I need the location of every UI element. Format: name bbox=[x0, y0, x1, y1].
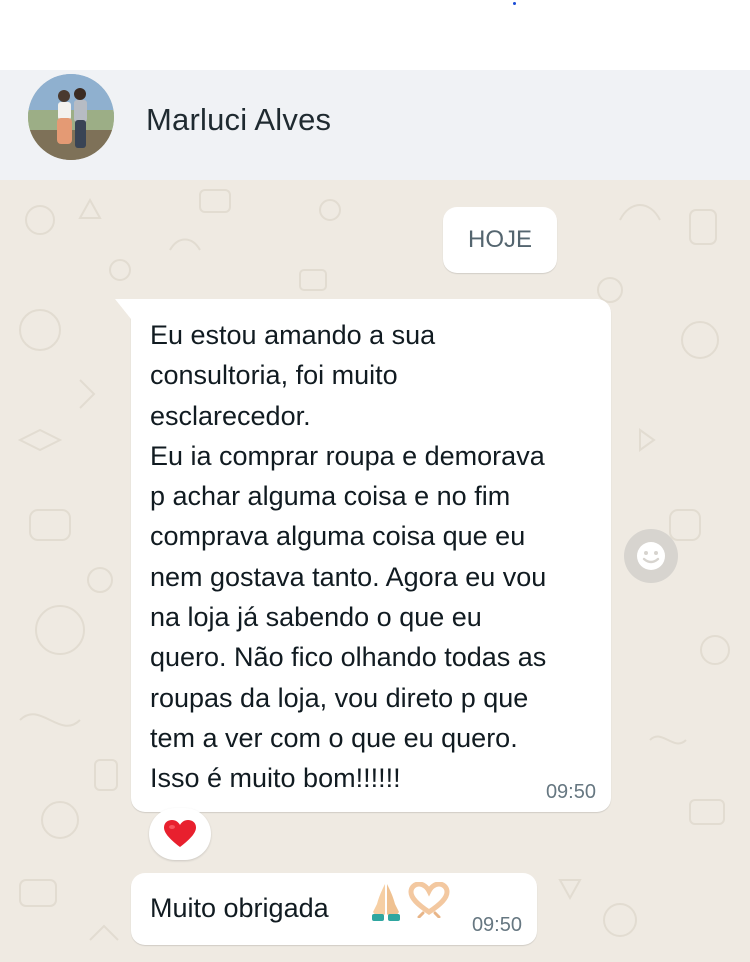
chat-panel: HOJE Eu estou amando a sua consultoria, … bbox=[0, 180, 750, 962]
chat-header[interactable]: Marluci Alves bbox=[0, 70, 750, 180]
contact-name[interactable]: Marluci Alves bbox=[146, 102, 331, 138]
praying-hands-icon bbox=[372, 884, 400, 921]
date-chip: HOJE bbox=[443, 207, 557, 273]
heart-hands-icon bbox=[408, 882, 450, 918]
heart-icon bbox=[164, 820, 196, 847]
react-emoji-button[interactable] bbox=[624, 529, 678, 583]
message-text: Eu estou amando a sua consultoria, foi m… bbox=[150, 320, 547, 794]
bubble-tail bbox=[115, 299, 131, 319]
contact-avatar[interactable] bbox=[28, 74, 114, 160]
message-emojis bbox=[369, 882, 451, 922]
top-strip bbox=[0, 0, 750, 70]
message-time: 09:50 bbox=[471, 914, 522, 936]
message-bubble[interactable]: Muito obrigada 09:50 bbox=[131, 873, 537, 945]
message-reaction[interactable] bbox=[149, 808, 211, 860]
message-bubble[interactable]: Eu estou amando a sua consultoria, foi m… bbox=[115, 299, 611, 812]
message-time: 09:50 bbox=[545, 781, 596, 803]
top-dot bbox=[513, 2, 516, 5]
smiley-icon bbox=[637, 542, 665, 570]
avatar-photo-icon bbox=[28, 74, 114, 160]
